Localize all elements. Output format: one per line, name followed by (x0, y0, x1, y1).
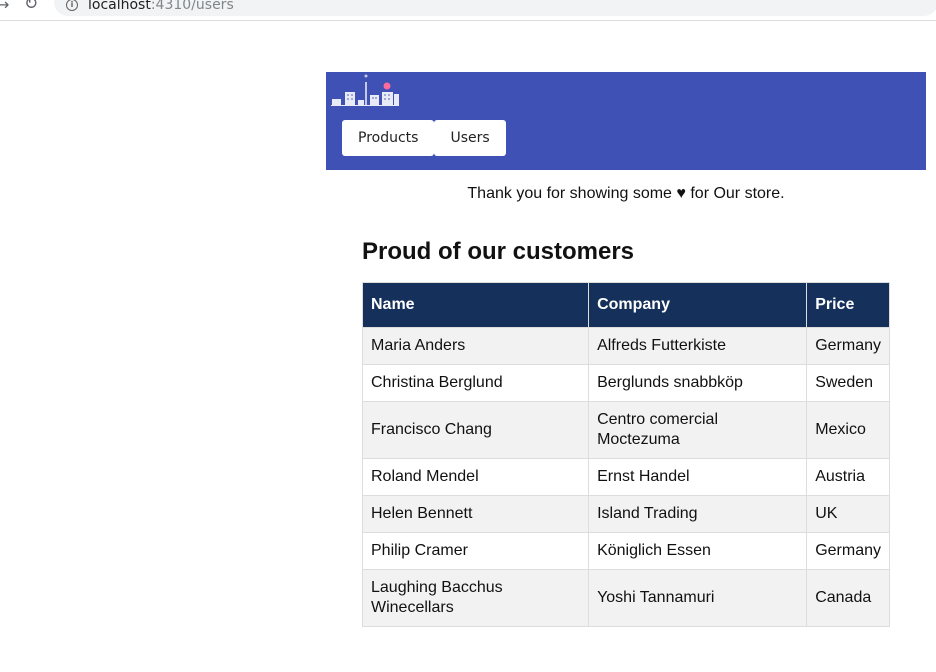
cell-name: Christina Berglund (361, 364, 590, 402)
cell-name: Roland Mendel (361, 458, 590, 496)
thank-you-message: Thank you for showing some ♥ for Our sto… (467, 185, 785, 202)
table-row: Philip Cramer Königlich Essen Germany (361, 532, 890, 570)
browser-toolbar: → ↻ i localhost:4310/users (0, 0, 936, 21)
cell-company: Ernst Handel (588, 458, 808, 496)
cell-price: Germany (806, 327, 890, 365)
tab-users[interactable]: Users (434, 120, 506, 156)
url-host: localhost (88, 0, 151, 13)
cell-name: Maria Anders (361, 327, 590, 365)
cell-price: Austria (806, 458, 890, 496)
cell-company: Berglunds snabbköp (588, 364, 808, 402)
column-header-company: Company (588, 282, 808, 328)
url-text: localhost:4310/users (88, 0, 234, 13)
page-heading: Proud of our customers (362, 238, 635, 265)
app-container: Products Users Thank you for showing som… (326, 72, 926, 627)
site-header: Products Users (326, 72, 926, 170)
table-row: Helen Bennett Island Trading UK (361, 495, 890, 533)
cell-price: Germany (806, 532, 890, 570)
address-bar[interactable]: i localhost:4310/users (54, 0, 936, 16)
table-row: Francisco Chang Centro comercial Moctezu… (361, 401, 890, 459)
cell-name: Helen Bennett (361, 495, 590, 533)
city-logo-icon (331, 74, 399, 106)
cell-company: Island Trading (588, 495, 808, 533)
cell-company: Yoshi Tannamuri (588, 569, 808, 627)
table-row: Maria Anders Alfreds Futterkiste Germany (361, 327, 890, 365)
cell-price: Canada (806, 569, 890, 627)
url-path: :4310/users (150, 0, 234, 13)
table-row: Christina Berglund Berglunds snabbköp Sw… (361, 364, 890, 402)
info-icon[interactable]: i (66, 0, 78, 11)
cell-name: Philip Cramer (361, 532, 590, 570)
column-header-name: Name (361, 282, 590, 328)
cell-company: Alfreds Futterkiste (588, 327, 808, 365)
reload-icon[interactable]: ↻ (24, 0, 38, 14)
nav-tabs: Products Users (342, 120, 506, 156)
tab-products[interactable]: Products (342, 120, 435, 156)
cell-company: Centro comercial Moctezuma (588, 401, 808, 459)
cell-name: Francisco Chang (361, 401, 590, 459)
customers-table: Name Company Price Maria Anders Alfreds … (361, 282, 890, 627)
cell-price: Sweden (806, 364, 890, 402)
cell-price: UK (806, 495, 890, 533)
cell-name: Laughing Bacchus Winecellars (361, 569, 590, 627)
table-header-row: Name Company Price (361, 282, 890, 328)
cell-company: Königlich Essen (588, 532, 808, 570)
table-row: Roland Mendel Ernst Handel Austria (361, 458, 890, 496)
column-header-price: Price (806, 282, 890, 328)
table-row: Laughing Bacchus Winecellars Yoshi Tanna… (361, 569, 890, 627)
cell-price: Mexico (806, 401, 890, 459)
forward-arrow-icon[interactable]: → (0, 0, 9, 14)
